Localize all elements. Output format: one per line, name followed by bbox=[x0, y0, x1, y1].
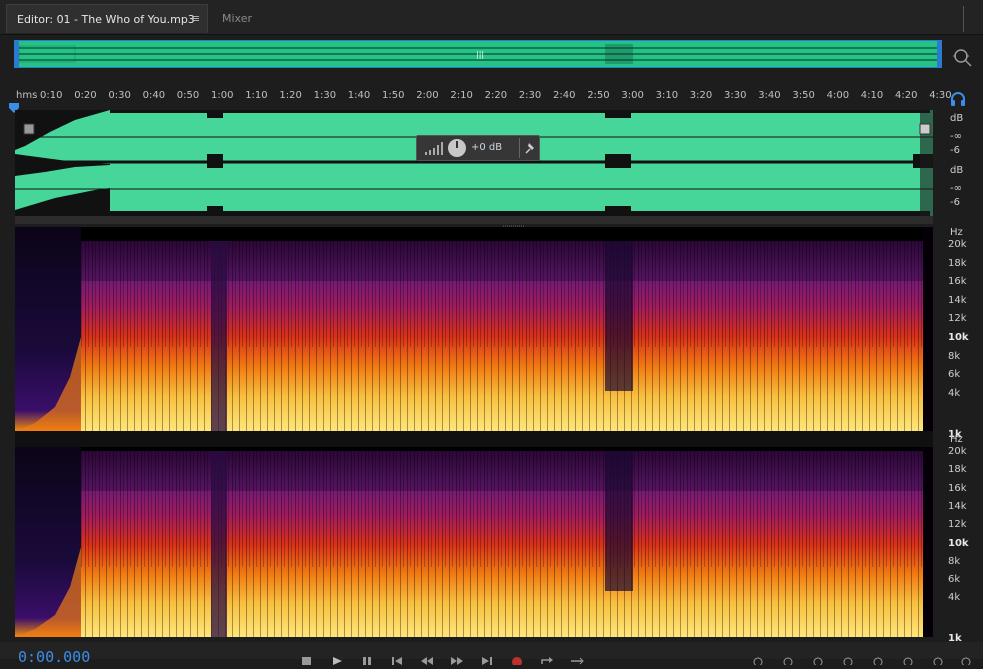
fast-forward-icon[interactable] bbox=[450, 650, 464, 665]
overview-navigator[interactable]: ||| bbox=[14, 40, 942, 68]
ruler-tick: 0:40 bbox=[142, 90, 166, 101]
time-ruler[interactable]: hms 0:10 0:20 0:30 0:40 0:50 1:00 1:10 1:20 1:30… bbox=[14, 88, 952, 106]
loop-icon[interactable] bbox=[540, 650, 554, 664]
spectral-display-channel-1[interactable] bbox=[15, 227, 933, 431]
ruler-tick: 0:50 bbox=[176, 90, 200, 101]
ruler-tick: 1:00 bbox=[211, 90, 234, 101]
ruler-tick: 1:10 bbox=[245, 90, 268, 101]
hz-label: 16k bbox=[948, 276, 967, 288]
tab-mixer[interactable]: Mixer bbox=[222, 12, 252, 25]
hud-divider bbox=[519, 138, 520, 158]
headphone-icon[interactable] bbox=[950, 91, 966, 106]
hz-label: 6k bbox=[948, 574, 961, 586]
view-splitter[interactable] bbox=[15, 216, 933, 229]
play-icon[interactable] bbox=[330, 650, 344, 665]
ruler-tick: 1:30 bbox=[313, 90, 337, 101]
ruler-tick: 4:20 bbox=[895, 90, 918, 101]
spectral-display-channel-2[interactable] bbox=[15, 447, 933, 637]
hz-label: 8k bbox=[948, 350, 961, 362]
ruler-tick: 2:20 bbox=[484, 90, 508, 101]
tab-menu-icon[interactable]: ≡ bbox=[191, 12, 200, 25]
go-to-end-icon[interactable] bbox=[480, 650, 494, 665]
db-label-ch1-inf: -∞ bbox=[950, 131, 962, 142]
spectrogram-ch2 bbox=[15, 447, 933, 637]
db-label-ch2-inf: -∞ bbox=[950, 183, 962, 194]
zoom-in-time-icon[interactable] bbox=[812, 650, 826, 667]
ruler-unit-label: hms bbox=[16, 90, 38, 101]
hz-label: 20k bbox=[948, 446, 967, 457]
volume-knob-icon[interactable] bbox=[447, 138, 467, 158]
ruler-tick: 2:00 bbox=[416, 90, 439, 101]
ruler-tick: 2:10 bbox=[450, 90, 473, 101]
hz-label: 6k bbox=[948, 369, 961, 381]
zoom-out-amplitude-icon[interactable] bbox=[782, 650, 796, 667]
db-label-ch2-unit: dB bbox=[950, 165, 964, 176]
svg-text:|||: ||| bbox=[476, 50, 484, 59]
hz-label: 10k bbox=[948, 332, 969, 343]
stop-icon[interactable] bbox=[300, 650, 314, 665]
hz-label: 4k bbox=[948, 387, 961, 399]
waveform-display[interactable] bbox=[15, 110, 933, 216]
zoom-full-icon[interactable] bbox=[872, 650, 886, 667]
hz-label: 12k bbox=[948, 313, 967, 325]
pause-icon[interactable] bbox=[360, 650, 374, 665]
hz-unit-label: Hz bbox=[950, 434, 963, 445]
level-meter-icon bbox=[425, 142, 443, 155]
ruler-tick: 3:50 bbox=[792, 90, 815, 101]
db-label-ch2-6: -6 bbox=[950, 197, 960, 208]
ruler-tick: 4:00 bbox=[826, 90, 850, 101]
ruler-tick: 2:50 bbox=[587, 90, 610, 101]
ruler-tick: 1:40 bbox=[347, 90, 371, 101]
hz-label: 12k bbox=[948, 519, 967, 531]
hz-label: 14k bbox=[948, 294, 967, 306]
pin-icon[interactable] bbox=[525, 142, 537, 154]
overview-waveform: ||| bbox=[15, 41, 941, 67]
zoom-in-amplitude-icon[interactable] bbox=[752, 650, 766, 667]
hz-label: 10k bbox=[948, 537, 969, 549]
tab-editor[interactable]: Editor: 01 - The Who of You.mp3 ≡ bbox=[6, 4, 208, 33]
ruler-tick: 2:40 bbox=[553, 90, 576, 101]
ruler-tick: 1:20 bbox=[279, 90, 302, 101]
hz-label: 18k bbox=[948, 257, 967, 269]
zoom-in-left-icon[interactable] bbox=[932, 650, 946, 667]
zoom-in-selection-icon[interactable] bbox=[902, 650, 916, 667]
volume-hud[interactable]: +0 dB bbox=[416, 135, 540, 161]
spectrogram-ch1 bbox=[15, 227, 933, 431]
hz-label: 18k bbox=[948, 464, 967, 476]
hz-label: 14k bbox=[948, 500, 967, 512]
ruler-tick: 3:30 bbox=[724, 90, 747, 101]
hz-label: 20k bbox=[948, 239, 967, 250]
db-label-ch1-unit: dB bbox=[950, 113, 964, 124]
rewind-icon[interactable] bbox=[420, 650, 434, 665]
ruler-tick: 3:40 bbox=[758, 90, 781, 101]
record-icon[interactable] bbox=[510, 650, 524, 667]
zoom-in-right-icon[interactable] bbox=[960, 650, 974, 667]
ruler-tick: 3:20 bbox=[689, 90, 713, 101]
zoom-out-time-icon[interactable] bbox=[842, 650, 856, 667]
ruler-tick: 4:10 bbox=[860, 90, 884, 101]
skip-selection-icon[interactable] bbox=[570, 650, 584, 665]
playhead-marker[interactable] bbox=[9, 98, 19, 113]
ruler-tick: 4:30 bbox=[929, 90, 952, 101]
ruler-tick: 0:10 bbox=[40, 90, 63, 101]
db-label-ch1-6: -6 bbox=[950, 145, 960, 156]
hz-label: 8k bbox=[948, 555, 961, 567]
hz-label: 4k bbox=[948, 592, 961, 604]
zoom-icon[interactable] bbox=[951, 46, 973, 68]
ruler-tick: 0:20 bbox=[74, 90, 97, 101]
hz-unit-label: Hz bbox=[950, 227, 963, 238]
ruler-tick: 3:00 bbox=[621, 90, 644, 101]
ruler-tick: 3:10 bbox=[655, 90, 679, 101]
hz-label: 16k bbox=[948, 482, 967, 494]
ruler-tick: 2:30 bbox=[518, 90, 542, 101]
time-display[interactable]: 0:00.000 bbox=[18, 648, 90, 666]
channel-separator bbox=[15, 431, 933, 447]
ruler-tick: 0:30 bbox=[108, 90, 131, 101]
panel-edge-handle[interactable] bbox=[963, 6, 983, 32]
ruler-tick: 1:50 bbox=[382, 90, 405, 101]
waveform-shape bbox=[15, 110, 933, 216]
tab-editor-label: Editor: 01 - The Who of You.mp3 bbox=[17, 13, 195, 26]
volume-value[interactable]: +0 dB bbox=[471, 142, 502, 153]
go-to-start-icon[interactable] bbox=[390, 650, 404, 665]
